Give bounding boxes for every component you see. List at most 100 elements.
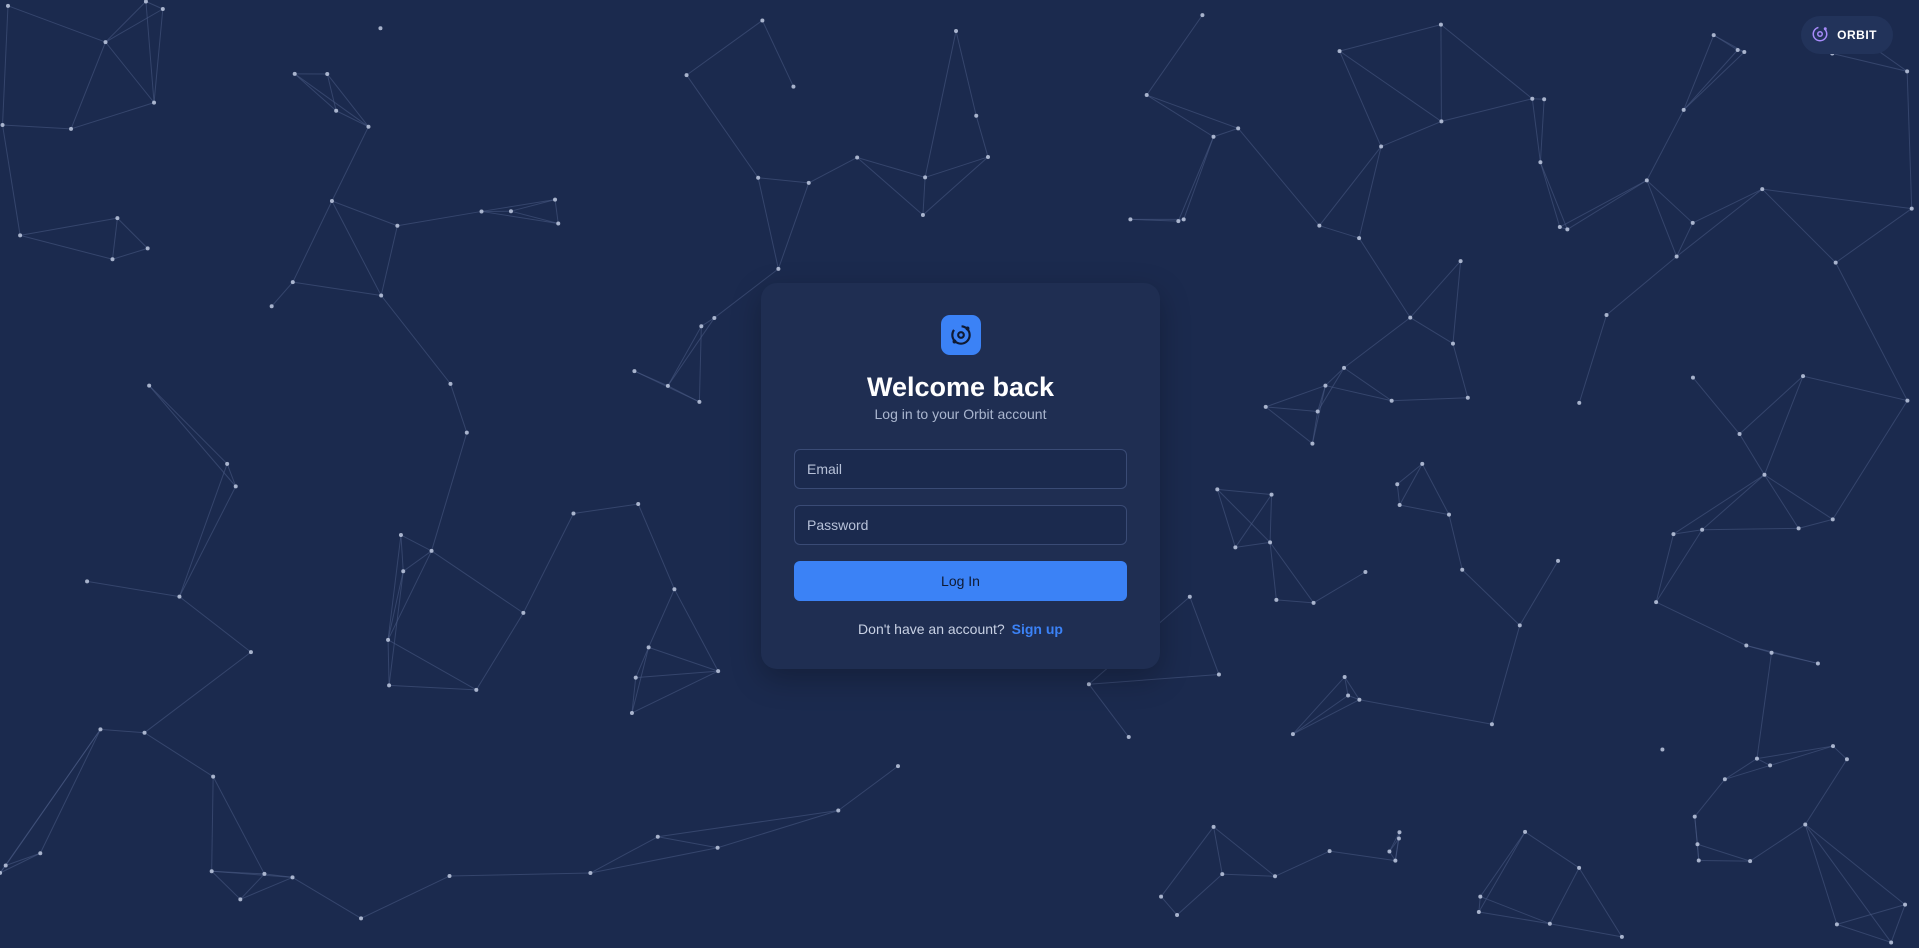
network-node (1737, 432, 1742, 437)
network-node (1337, 49, 1342, 54)
network-node (715, 845, 720, 850)
network-link (657, 809, 839, 838)
network-link (1549, 867, 1580, 924)
network-node (479, 209, 484, 214)
network-link (1276, 599, 1314, 604)
network-node (556, 221, 561, 226)
network-node (1460, 567, 1465, 572)
network-link (39, 729, 101, 854)
network-link (70, 41, 106, 130)
network-node (571, 511, 576, 516)
network-link (1491, 625, 1521, 725)
network-link (1890, 904, 1906, 943)
network-link (1265, 406, 1313, 444)
network-link (717, 810, 839, 849)
network-link (1697, 843, 1751, 862)
network-link (637, 503, 675, 590)
network-node (1379, 144, 1384, 149)
network-node (1144, 93, 1149, 98)
network-link (837, 765, 899, 811)
login-card: Welcome back Log in to your Orbit accoun… (761, 283, 1160, 669)
network-node (1909, 206, 1914, 211)
network-link (292, 281, 382, 296)
network-link (1724, 758, 1758, 780)
network-link (1359, 699, 1493, 725)
network-link (1441, 98, 1533, 122)
network-link (1692, 377, 1740, 435)
network-node (262, 871, 267, 876)
network-node (1268, 540, 1273, 545)
network-link (1339, 24, 1442, 52)
network-node (1711, 33, 1716, 38)
network-node (1760, 187, 1765, 192)
page-title: Welcome back (866, 372, 1055, 402)
network-node (1695, 842, 1700, 847)
network-node (1315, 409, 1320, 414)
network-link (1539, 162, 1568, 230)
network-node (665, 383, 670, 388)
network-link (1160, 826, 1214, 897)
network-node (1769, 650, 1774, 655)
brand-badge[interactable]: ORBIT (1801, 16, 1893, 54)
network-node (699, 324, 704, 329)
network-link (1480, 896, 1551, 925)
network-link (144, 651, 252, 734)
network-node (325, 72, 330, 77)
network-node (1674, 254, 1679, 259)
network-link (857, 156, 926, 178)
network-node (1274, 597, 1279, 602)
network-node (1342, 674, 1347, 679)
network-link (631, 677, 637, 713)
network-link (1213, 826, 1276, 877)
network-link (20, 217, 118, 236)
network-node (1408, 315, 1413, 320)
login-button[interactable]: Log In (794, 561, 1127, 601)
network-link (331, 200, 382, 296)
network-node (1220, 872, 1225, 877)
network-link (856, 157, 924, 216)
network-node (211, 774, 216, 779)
network-node (366, 124, 371, 129)
network-node (923, 175, 928, 180)
network-node (1128, 217, 1133, 222)
network-link (648, 588, 675, 648)
network-link (179, 596, 252, 653)
network-node (1236, 126, 1241, 131)
network-link (1269, 542, 1314, 604)
network-node (1363, 569, 1368, 574)
network-link (1804, 759, 1848, 825)
network-link (808, 157, 858, 184)
signup-link[interactable]: Sign up (1012, 621, 1063, 637)
network-link (153, 8, 164, 103)
email-field[interactable] (794, 449, 1127, 489)
network-node (521, 610, 526, 615)
network-node (1489, 722, 1494, 727)
network-link (631, 647, 650, 714)
network-node (5, 3, 10, 8)
network-link (1317, 385, 1326, 412)
network-link (1676, 222, 1694, 257)
network-node (379, 293, 384, 298)
network-link (360, 875, 450, 919)
network-node (233, 484, 238, 489)
network-link (1764, 474, 1834, 520)
network-node (1542, 97, 1547, 102)
password-field[interactable] (794, 505, 1127, 545)
network-link (573, 503, 639, 515)
network-link (294, 73, 337, 112)
network-link (1146, 14, 1203, 96)
network-node (401, 569, 406, 574)
network-link (1269, 494, 1273, 543)
network-node (1269, 492, 1274, 497)
network-node (387, 683, 392, 688)
network-link (0, 852, 41, 874)
network-node (1517, 623, 1522, 628)
network-node (655, 834, 660, 839)
network-link (112, 218, 118, 260)
network-link (1234, 494, 1272, 548)
network-link (1269, 542, 1277, 600)
network-link (1452, 343, 1469, 398)
network-link (1578, 867, 1623, 938)
network-node (632, 369, 637, 374)
network-link (387, 639, 390, 686)
